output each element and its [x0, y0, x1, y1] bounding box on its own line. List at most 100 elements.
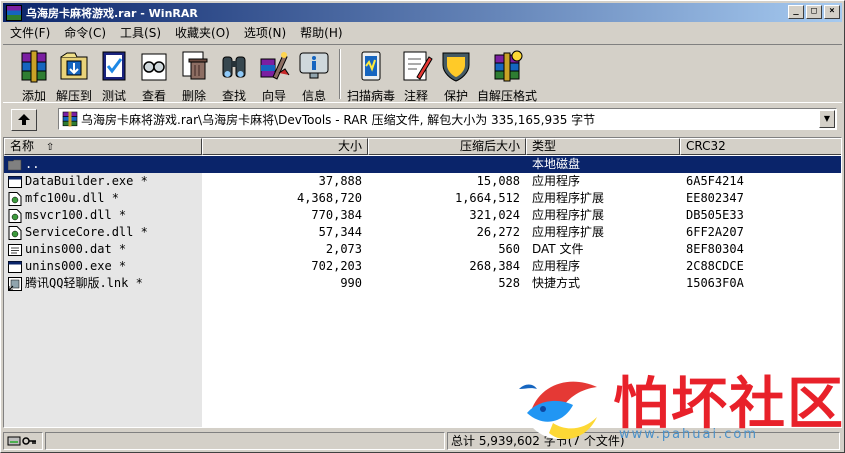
view-icon [135, 48, 173, 84]
menu-commands[interactable]: 命令(C) [57, 24, 113, 41]
lnk-icon [8, 276, 22, 291]
file-name: unins000.dat * [25, 242, 127, 256]
dll-icon [8, 191, 22, 206]
up-arrow-icon [18, 113, 30, 125]
table-row[interactable]: unins000.exe * 702,203 268,384 应用程序 2C88… [4, 258, 841, 275]
extract-to-icon [55, 48, 93, 84]
column-header-type[interactable]: 类型 [526, 138, 680, 155]
menu-help[interactable]: 帮助(H) [293, 24, 349, 41]
window-controls: _ □ × [786, 5, 840, 19]
path-combobox[interactable]: 乌海房卡麻将游戏.rar\乌海房卡麻将\DevTools - RAR 压缩文件,… [58, 108, 837, 130]
table-row-parent[interactable]: .. 本地磁盘 [4, 156, 841, 173]
file-name: 腾讯QQ轻聊版.lnk * [25, 276, 143, 290]
menu-file[interactable]: 文件(F) [3, 24, 57, 41]
wizard-icon [255, 48, 293, 84]
file-name-cell: .. [4, 156, 202, 173]
find-button[interactable]: 查找 [215, 45, 253, 104]
title-bar[interactable]: 乌海房卡麻将游戏.rar - WinRAR _ □ × [3, 3, 842, 22]
file-packed: 1,664,512 [454, 191, 520, 205]
menu-favorites[interactable]: 收藏夹(O) [168, 24, 237, 41]
window-title: 乌海房卡麻将游戏.rar - WinRAR [26, 6, 198, 20]
wizard-label: 向导 [261, 89, 286, 103]
file-size [202, 156, 368, 173]
file-packed [368, 156, 526, 173]
dat-icon [8, 243, 22, 256]
menu-bar: 文件(F) 命令(C) 工具(S) 收藏夹(O) 选项(N) 帮助(H) [3, 23, 350, 42]
dll-icon [8, 225, 22, 240]
file-type: DAT 文件 [532, 242, 584, 256]
archive-path: 乌海房卡麻将游戏.rar\乌海房卡麻将\DevTools - RAR 压缩文件,… [81, 112, 596, 127]
info-icon [295, 48, 333, 84]
file-size: 990 [340, 276, 362, 290]
test-label: 测试 [101, 89, 126, 103]
menu-options[interactable]: 选项(N) [237, 24, 293, 41]
rar-archive-icon [62, 111, 78, 127]
sfx-button[interactable]: 自解压格式 [477, 45, 537, 104]
comment-button[interactable]: 注释 [397, 45, 435, 104]
file-crc: DB505E33 [686, 208, 744, 222]
file-name-cell: 腾讯QQ轻聊版.lnk * [4, 275, 202, 292]
exe-icon [8, 175, 22, 188]
menu-tools[interactable]: 工具(S) [113, 24, 168, 41]
virus-scan-button[interactable]: 扫描病毒 [347, 45, 395, 104]
file-packed: 26,272 [476, 225, 520, 239]
winrar-window: 乌海房卡麻将游戏.rar - WinRAR _ □ × 文件(F) 命令(C) … [0, 0, 845, 453]
delete-label: 删除 [181, 89, 206, 103]
test-button[interactable]: 测试 [95, 45, 133, 104]
status-selection-panel [45, 432, 445, 450]
file-type: 应用程序 [532, 259, 581, 273]
status-total: 总计 5,939,602 字节(7 个文件) [447, 432, 840, 450]
table-row[interactable]: unins000.dat * 2,073 560 DAT 文件 8EF80304 [4, 241, 841, 258]
info-label: 信息 [301, 89, 326, 103]
file-name: ServiceCore.dll * [25, 225, 148, 239]
file-crc [680, 156, 841, 173]
info-button[interactable]: 信息 [295, 45, 333, 104]
table-row[interactable]: 腾讯QQ轻聊版.lnk * 990 528 快捷方式 15063F0A [4, 275, 841, 292]
minimize-button[interactable]: _ [788, 5, 804, 19]
up-folder-button[interactable] [11, 108, 37, 131]
winrar-app-icon[interactable] [6, 4, 22, 21]
column-header-crc[interactable]: CRC32 [680, 138, 841, 155]
status-bar: 总计 5,939,602 字节(7 个文件) [3, 431, 842, 451]
column-header-packed[interactable]: 压缩后大小 [368, 138, 526, 155]
chevron-down-icon: ▼ [823, 114, 831, 123]
file-type: 应用程序扩展 [532, 225, 605, 239]
close-button[interactable]: × [824, 5, 840, 19]
file-crc: 8EF80304 [686, 242, 744, 256]
file-list[interactable]: 名称 ⇧ 大小 压缩后大小 类型 CRC32 .. 本地磁盘 DataBuild… [3, 137, 842, 428]
file-name-cell: ServiceCore.dll * [4, 224, 202, 241]
column-header-size[interactable]: 大小 [202, 138, 368, 155]
table-row[interactable]: DataBuilder.exe * 37,888 15,088 应用程序 6A5… [4, 173, 841, 190]
protect-icon [437, 48, 475, 84]
protect-button[interactable]: 保护 [437, 45, 475, 104]
column-header-name[interactable]: 名称 ⇧ [4, 138, 202, 155]
delete-button[interactable]: 删除 [175, 45, 213, 104]
add-archive-icon [15, 48, 53, 84]
wizard-button[interactable]: 向导 [255, 45, 293, 104]
view-button[interactable]: 查看 [135, 45, 173, 104]
toolbar-separator [339, 49, 341, 99]
extract-to-button[interactable]: 解压到 [55, 45, 93, 104]
file-name-cell: unins000.exe * [4, 258, 202, 275]
file-size: 57,344 [318, 225, 362, 239]
column-header-name-label: 名称 [10, 139, 35, 153]
test-icon [95, 48, 133, 84]
table-row[interactable]: msvcr100.dll * 770,384 321,024 应用程序扩展 DB… [4, 207, 841, 224]
file-name: msvcr100.dll * [25, 208, 127, 222]
table-row[interactable]: ServiceCore.dll * 57,344 26,272 应用程序扩展 6… [4, 224, 841, 241]
file-packed: 560 [498, 242, 520, 256]
status-drive-panel[interactable] [3, 432, 43, 450]
add-button[interactable]: 添加 [15, 45, 53, 104]
file-type: 快捷方式 [532, 276, 581, 290]
dll-icon [8, 208, 22, 223]
file-name: .. [25, 157, 40, 171]
file-name-cell: unins000.dat * [4, 241, 202, 258]
drive-key-icon [7, 436, 36, 446]
table-row[interactable]: mfc100u.dll * 4,368,720 1,664,512 应用程序扩展… [4, 190, 841, 207]
delete-icon [175, 48, 213, 84]
file-size: 702,203 [311, 259, 362, 273]
maximize-button[interactable]: □ [806, 5, 822, 19]
list-header: 名称 ⇧ 大小 压缩后大小 类型 CRC32 [4, 138, 841, 155]
path-dropdown-button[interactable]: ▼ [819, 110, 835, 128]
comment-icon [397, 48, 435, 84]
